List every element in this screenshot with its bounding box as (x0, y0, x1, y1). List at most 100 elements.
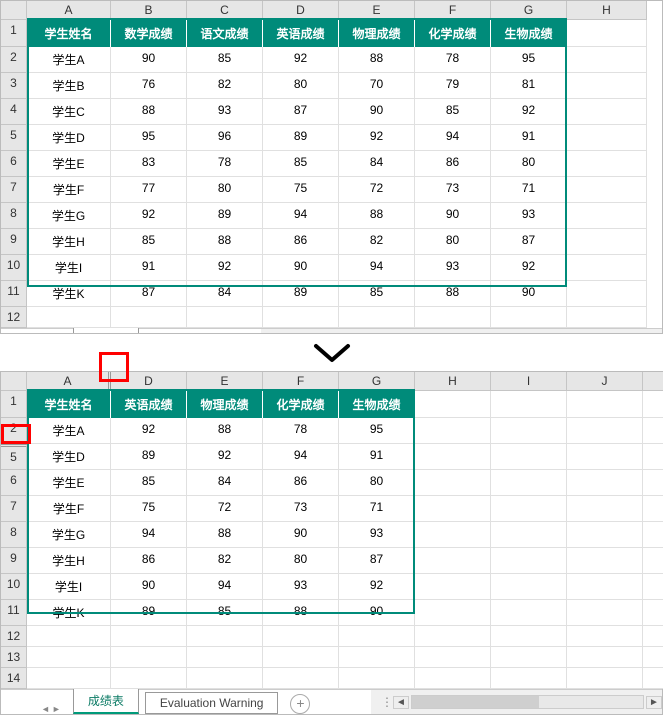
score-cell[interactable]: 80 (491, 151, 567, 177)
empty-cell[interactable] (111, 668, 187, 689)
empty-cell[interactable] (491, 522, 567, 548)
empty-cell[interactable] (27, 668, 111, 689)
empty-cell[interactable] (643, 668, 663, 689)
student-name-cell[interactable]: 学生D (27, 125, 111, 151)
empty-cell[interactable] (567, 418, 643, 444)
empty-cell[interactable] (27, 626, 111, 647)
empty-cell[interactable] (567, 496, 643, 522)
h-scrollbar-track[interactable] (411, 695, 644, 709)
score-cell[interactable]: 92 (339, 574, 415, 600)
empty-cell[interactable] (567, 151, 647, 177)
score-cell[interactable]: 94 (415, 125, 491, 151)
tab-nav-next-icon[interactable]: ► (52, 704, 61, 714)
add-sheet-button[interactable]: + (290, 694, 310, 714)
col-header-I[interactable]: I (491, 372, 567, 391)
score-cell[interactable]: 85 (111, 470, 187, 496)
empty-cell[interactable] (263, 668, 339, 689)
empty-cell[interactable] (567, 47, 647, 73)
score-cell[interactable]: 75 (111, 496, 187, 522)
score-cell[interactable]: 86 (263, 470, 339, 496)
student-name-cell[interactable]: 学生G (27, 522, 111, 548)
empty-cell[interactable] (415, 418, 491, 444)
row-header[interactable]: 12 (1, 626, 27, 647)
score-cell[interactable]: 92 (187, 444, 263, 470)
score-cell[interactable]: 86 (111, 548, 187, 574)
score-cell[interactable]: 88 (339, 203, 415, 229)
score-cell[interactable]: 93 (415, 255, 491, 281)
row-header-12[interactable]: 12 (1, 307, 27, 328)
empty-cell[interactable] (643, 418, 663, 444)
header-cell[interactable]: 英语成绩 (111, 391, 187, 418)
select-all-corner[interactable] (1, 1, 27, 20)
score-cell[interactable]: 90 (491, 281, 567, 307)
score-cell[interactable]: 85 (187, 600, 263, 626)
score-cell[interactable]: 92 (263, 47, 339, 73)
empty-cell[interactable] (415, 600, 491, 626)
student-name-cell[interactable]: 学生I (27, 574, 111, 600)
empty-cell[interactable] (567, 548, 643, 574)
empty-cell[interactable] (491, 444, 567, 470)
empty-cell[interactable] (567, 668, 643, 689)
score-cell[interactable]: 76 (111, 73, 187, 99)
student-name-cell[interactable]: 学生H (27, 548, 111, 574)
header-cell[interactable]: 学生姓名 (27, 391, 111, 418)
score-cell[interactable]: 84 (187, 470, 263, 496)
tab-splitter-icon[interactable]: ⋮ (381, 695, 393, 709)
score-cell[interactable]: 90 (339, 600, 415, 626)
col-header-blank[interactable] (643, 372, 663, 391)
score-cell[interactable]: 90 (111, 574, 187, 600)
score-cell[interactable]: 87 (263, 99, 339, 125)
empty-cell[interactable] (567, 647, 643, 668)
score-cell[interactable]: 89 (111, 600, 187, 626)
empty-cell[interactable] (643, 600, 663, 626)
empty-cell[interactable] (339, 668, 415, 689)
row-header-1[interactable]: 1 (1, 391, 27, 418)
empty-cell[interactable] (567, 307, 647, 328)
empty-cell[interactable] (567, 626, 643, 647)
empty-cell[interactable] (27, 307, 111, 328)
row-header[interactable]: 7 (1, 177, 27, 203)
sheet-tab-active[interactable]: 成绩表 (73, 688, 139, 714)
col-header-D[interactable]: D (263, 1, 339, 20)
header-cell[interactable]: 学生姓名 (27, 20, 111, 47)
col-header-G[interactable]: G (491, 1, 567, 20)
score-cell[interactable]: 90 (415, 203, 491, 229)
empty-cell[interactable] (643, 391, 663, 418)
score-cell[interactable]: 89 (187, 203, 263, 229)
row-header[interactable]: 9 (1, 548, 27, 574)
student-name-cell[interactable]: 学生C (27, 99, 111, 125)
col-header-C[interactable]: C (187, 1, 263, 20)
row-header[interactable]: 10 (1, 255, 27, 281)
score-cell[interactable]: 73 (415, 177, 491, 203)
empty-cell[interactable] (415, 626, 491, 647)
empty-cell[interactable] (491, 647, 567, 668)
empty-cell[interactable] (415, 307, 491, 328)
score-cell[interactable]: 70 (339, 73, 415, 99)
empty-cell[interactable] (415, 548, 491, 574)
score-cell[interactable]: 71 (491, 177, 567, 203)
student-name-cell[interactable]: 学生K (27, 600, 111, 626)
empty-cell[interactable] (339, 647, 415, 668)
row-header[interactable]: 14 (1, 668, 27, 689)
empty-cell[interactable] (567, 470, 643, 496)
score-cell[interactable]: 89 (263, 125, 339, 151)
student-name-cell[interactable]: 学生B (27, 73, 111, 99)
h-scrollbar-thumb[interactable] (412, 696, 539, 708)
row-header[interactable]: 3 (1, 73, 27, 99)
score-cell[interactable]: 85 (339, 281, 415, 307)
scroll-left-arrow-icon[interactable]: ◄ (393, 696, 409, 709)
score-cell[interactable]: 85 (415, 99, 491, 125)
score-cell[interactable]: 89 (111, 444, 187, 470)
empty-cell[interactable] (567, 255, 647, 281)
select-all-corner[interactable] (1, 372, 27, 391)
col-header-F[interactable]: F (415, 1, 491, 20)
empty-cell[interactable] (491, 391, 567, 418)
score-cell[interactable]: 71 (339, 496, 415, 522)
student-name-cell[interactable]: 学生F (27, 177, 111, 203)
score-cell[interactable]: 88 (339, 47, 415, 73)
score-cell[interactable]: 88 (187, 229, 263, 255)
empty-cell[interactable] (491, 418, 567, 444)
empty-cell[interactable] (567, 125, 647, 151)
score-cell[interactable]: 75 (263, 177, 339, 203)
empty-cell[interactable] (643, 626, 663, 647)
